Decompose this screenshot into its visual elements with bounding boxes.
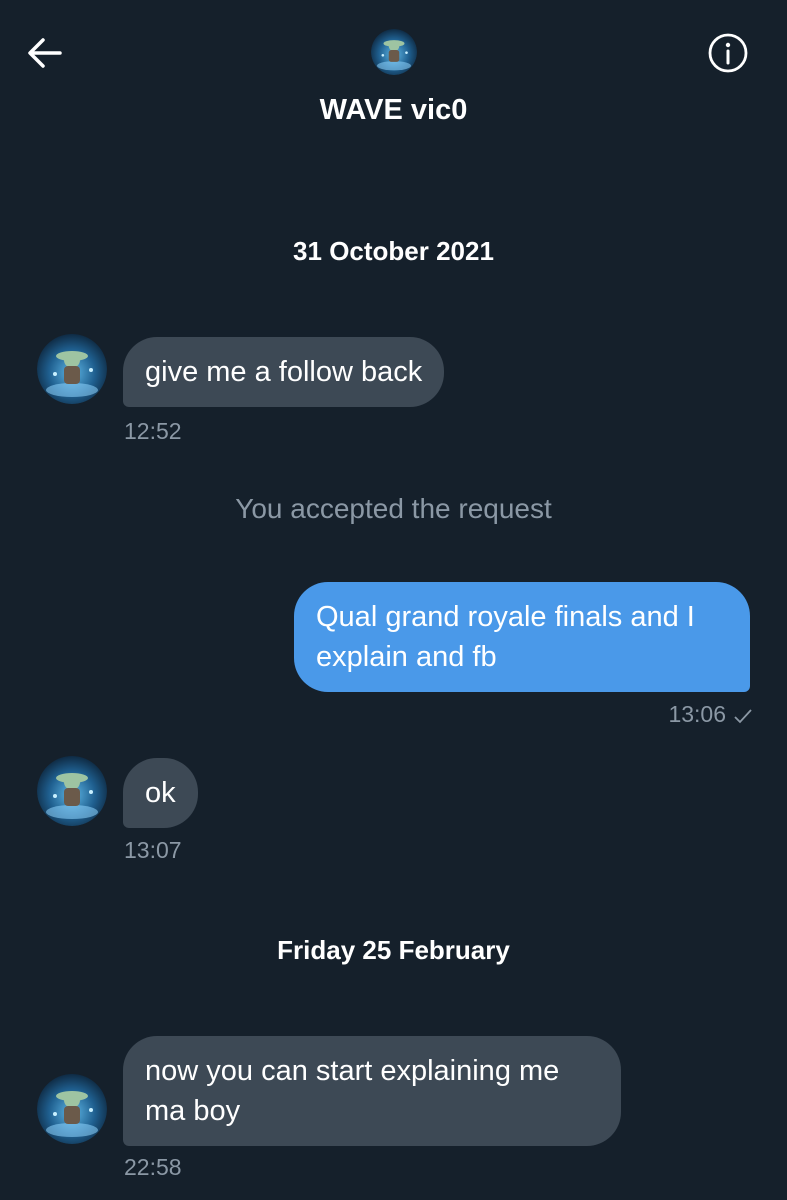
message-line: now you can start explaining me <box>145 1055 560 1087</box>
message-bubble-incoming[interactable]: now you can start explaining me ma boy <box>123 1036 621 1146</box>
message-time-text: 13:06 <box>668 701 726 727</box>
avatar-image <box>37 756 107 826</box>
info-button[interactable] <box>707 32 749 74</box>
dm-conversation-screen: WAVE vic0 31 October 2021 give me a foll… <box>0 0 787 1200</box>
avatar-image <box>37 334 107 404</box>
message-timestamp: 13:07 <box>124 837 182 863</box>
date-separator: Friday 25 February <box>277 935 510 965</box>
conversation-title[interactable]: WAVE vic0 <box>0 94 787 127</box>
sender-avatar[interactable] <box>37 1074 107 1144</box>
date-separator: 31 October 2021 <box>293 236 494 266</box>
message-line: Qual grand royale finals and I <box>316 601 695 633</box>
back-button[interactable] <box>26 36 64 70</box>
sender-avatar[interactable] <box>37 756 107 826</box>
message-line: explain and fb <box>316 641 497 673</box>
system-message: You accepted the request <box>235 493 552 524</box>
message-timestamp: 22:58 <box>124 1154 182 1180</box>
avatar-image <box>371 29 417 75</box>
message-bubble-incoming[interactable]: give me a follow back <box>123 337 445 407</box>
message-line: ma boy <box>145 1095 241 1127</box>
arrow-left-icon <box>28 38 62 68</box>
message-bubble-outgoing[interactable]: Qual grand royale finals and I explain a… <box>294 582 750 692</box>
sender-avatar[interactable] <box>37 334 107 404</box>
info-circle-icon <box>708 33 748 73</box>
message-timestamp: 12:52 <box>124 418 182 444</box>
checkmark-icon <box>734 703 752 730</box>
message-timestamp: 13:06 <box>560 701 752 730</box>
avatar-image <box>37 1074 107 1144</box>
message-bubble-incoming[interactable]: ok <box>123 758 198 828</box>
header-avatar[interactable] <box>371 29 417 75</box>
